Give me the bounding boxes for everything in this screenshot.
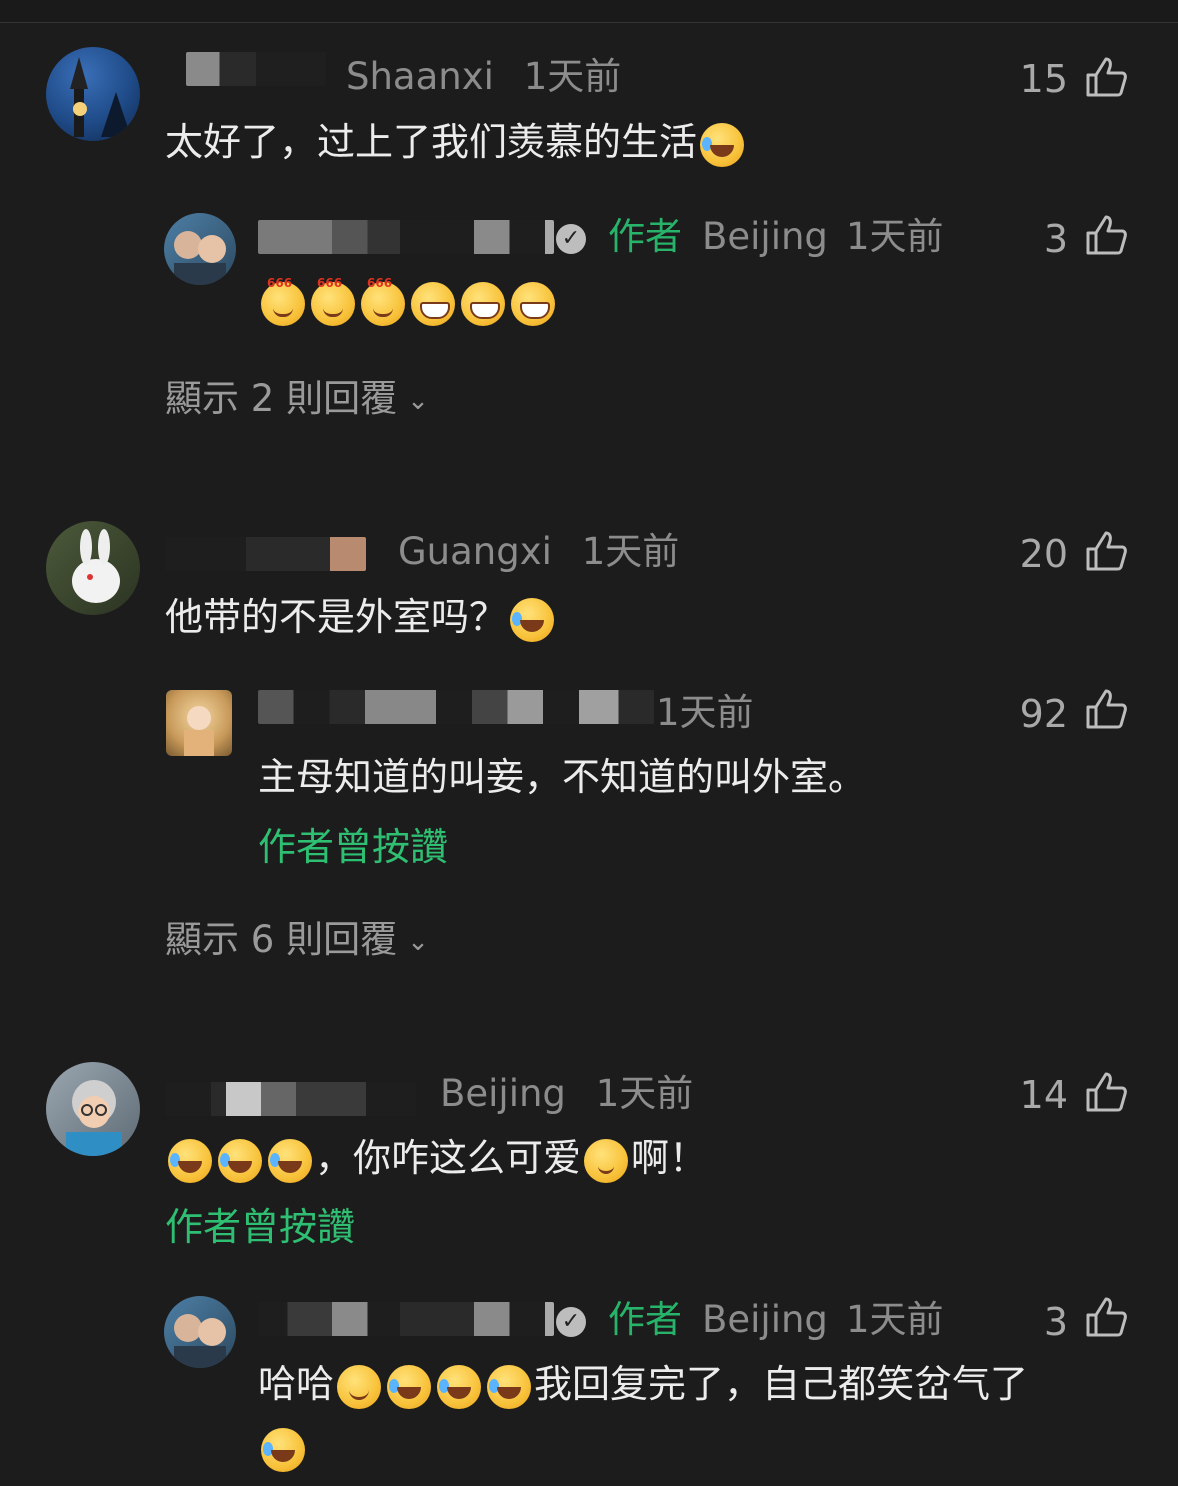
like-count: 92 (1019, 692, 1068, 736)
blush-smile-emoji-icon (584, 1138, 629, 1183)
username-redacted[interactable] (166, 1082, 416, 1116)
reply-meta: 1天前 (656, 694, 754, 731)
author-liked-badge: 作者曾按讚 (165, 1205, 356, 1249)
username-redacted[interactable] (186, 52, 326, 86)
smile-emoji-icon (337, 1364, 382, 1409)
reply-emoji-row (258, 276, 558, 326)
avatar[interactable] (46, 521, 140, 615)
username-redacted[interactable] (166, 537, 366, 571)
like-count: 3 (1043, 217, 1068, 261)
laugh-cry-emoji-icon (700, 122, 745, 167)
thumbs-up-icon[interactable] (1084, 1295, 1128, 1339)
comment-text: 他带的不是外室吗？ (165, 595, 557, 642)
reply-avatar[interactable] (164, 1296, 236, 1368)
avatar-grandma-image (66, 1080, 122, 1156)
reply-text: 主母知道的叫妾，不知道的叫外室。 (258, 755, 867, 799)
avatar[interactable] (46, 47, 140, 141)
666-emoji-icon (261, 276, 305, 326)
reply-emoji-row (258, 1428, 308, 1472)
reply-meta: ✓ 作者 Beijing 1天前 (556, 1301, 943, 1338)
reply-text-part-b: 我回复完了，自己都笑岔气了 (534, 1362, 1029, 1406)
like-count: 3 (1043, 1300, 1068, 1344)
avatar-child-image (184, 706, 214, 756)
verified-badge-icon: ✓ (556, 1306, 586, 1337)
author-tag: 作者 (608, 215, 682, 258)
time-label: 1天前 (845, 1298, 944, 1341)
comment-text-content: 太好了，过上了我们羡慕的生活 (165, 120, 698, 164)
comment-text-content: 他带的不是外室吗？ (165, 595, 508, 639)
reply-avatar[interactable] (166, 690, 232, 756)
reply-username-redacted[interactable] (258, 1302, 554, 1336)
comment-meta: Guangxi 1天前 (398, 533, 679, 570)
show-replies-button[interactable]: 顯示 6 則回覆 ⌄ (165, 921, 429, 958)
thumbs-up-icon[interactable] (1084, 1070, 1128, 1114)
avatar-couple-image (174, 231, 226, 285)
comment-text-part-a: ，你咋这么可爱 (315, 1136, 582, 1180)
reply-username-redacted[interactable] (258, 690, 654, 724)
location-label: Guangxi (398, 530, 552, 573)
grin-emoji-icon (461, 282, 505, 326)
time-label: 1天前 (656, 691, 754, 734)
top-divider (0, 0, 1178, 23)
grin-emoji-icon (511, 282, 555, 326)
laugh-cry-emoji-icon (268, 1138, 312, 1183)
avatar-rabbit-image (72, 529, 120, 603)
laugh-cry-emoji-icon (261, 1428, 305, 1472)
like-count: 20 (1019, 532, 1068, 576)
laugh-cry-emoji-icon (168, 1138, 212, 1183)
location-label: Beijing (440, 1072, 566, 1115)
time-label: 1天前 (523, 55, 622, 98)
avatar-night-tower-image (70, 57, 131, 137)
location-label: Shaanxi (346, 55, 494, 98)
grin-emoji-icon (411, 282, 455, 326)
time-label: 1天前 (581, 530, 680, 573)
chevron-down-icon: ⌄ (407, 926, 429, 957)
reply-avatar[interactable] (164, 213, 236, 285)
time-label: 1天前 (845, 215, 944, 258)
comment-meta: Beijing 1天前 (440, 1075, 693, 1112)
thumbs-up-icon[interactable] (1084, 529, 1128, 573)
comment-meta: Shaanxi 1天前 (346, 58, 621, 95)
chevron-down-icon: ⌄ (407, 385, 429, 416)
like-count: 15 (1019, 57, 1068, 101)
comment-text: 太好了，过上了我们羡慕的生活 (165, 120, 747, 167)
location-label: Beijing (702, 215, 828, 258)
laugh-cry-emoji-icon (387, 1364, 432, 1409)
thumbs-up-icon[interactable] (1084, 213, 1128, 257)
verified-badge-icon: ✓ (556, 223, 586, 254)
thumbs-up-icon[interactable] (1084, 687, 1128, 731)
show-replies-label: 顯示 6 則回覆 (165, 918, 398, 961)
laugh-cry-emoji-icon (437, 1364, 482, 1409)
avatar[interactable] (46, 1062, 140, 1156)
666-emoji-icon (361, 276, 405, 326)
reply-text: 哈哈 我回复完了，自己都笑岔气了 (258, 1362, 1029, 1409)
comment-text: ，你咋这么可爱 啊！ (165, 1136, 708, 1183)
like-count: 14 (1019, 1073, 1068, 1117)
comment-text-part-b: 啊！ (631, 1136, 708, 1180)
laugh-cry-emoji-icon (510, 597, 555, 642)
666-emoji-icon (311, 276, 355, 326)
reply-username-redacted[interactable] (258, 220, 554, 254)
avatar-couple-image (174, 1314, 226, 1368)
author-tag: 作者 (608, 1298, 682, 1341)
laugh-cry-emoji-icon (218, 1138, 262, 1183)
time-label: 1天前 (595, 1072, 694, 1115)
show-replies-button[interactable]: 顯示 2 則回覆 ⌄ (165, 380, 429, 417)
laugh-cry-emoji-icon (487, 1364, 532, 1409)
reply-meta: ✓ 作者 Beijing 1天前 (556, 218, 943, 255)
author-liked-badge: 作者曾按讚 (258, 825, 449, 869)
location-label: Beijing (702, 1298, 828, 1341)
show-replies-label: 顯示 2 則回覆 (165, 377, 398, 420)
reply-text-part-a: 哈哈 (258, 1362, 335, 1406)
thumbs-up-icon[interactable] (1084, 55, 1128, 99)
